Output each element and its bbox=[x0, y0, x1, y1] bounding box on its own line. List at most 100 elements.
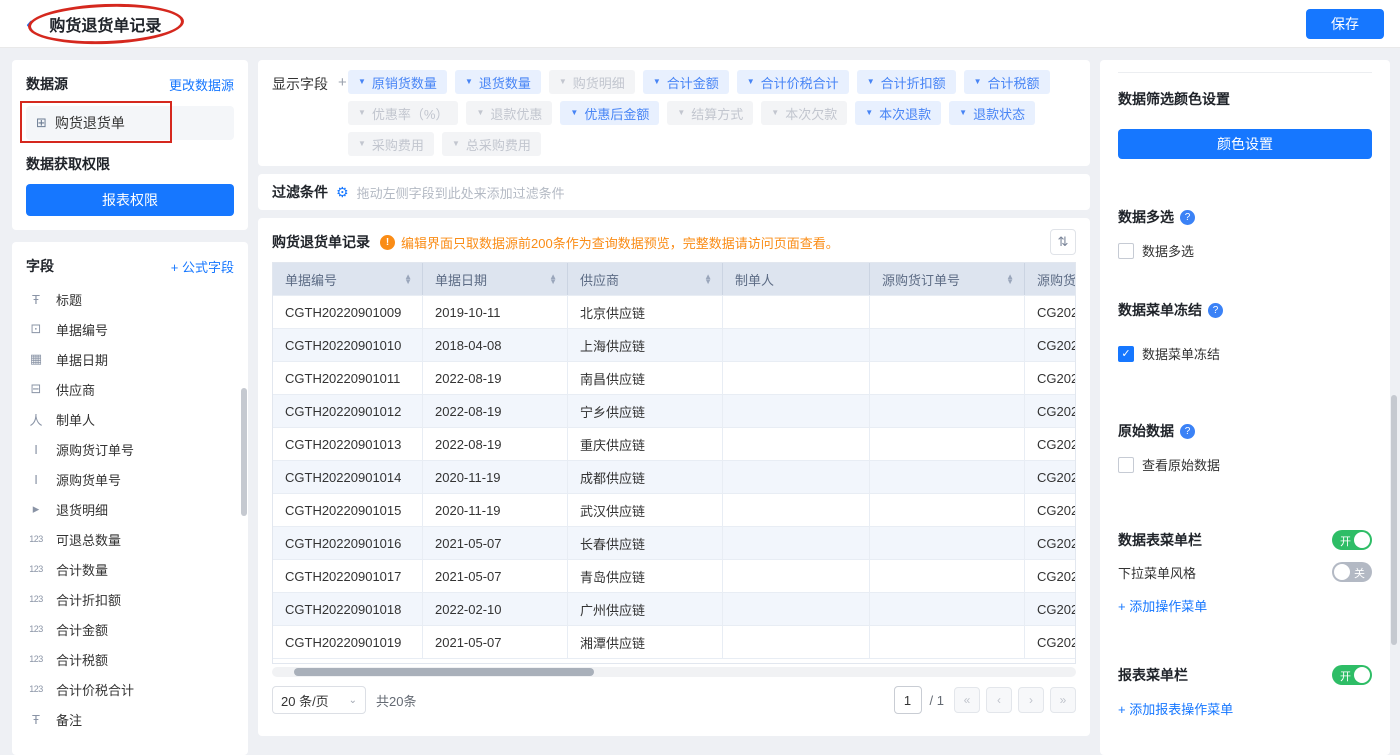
field-item[interactable]: 123 合计价税合计 bbox=[26, 674, 240, 704]
field-type-icon: ⊟ bbox=[26, 381, 46, 397]
change-datasource-link[interactable]: 更改数据源 bbox=[169, 75, 234, 94]
field-item-label: 合计金额 bbox=[56, 620, 108, 639]
table-menu-toggle[interactable]: 开 bbox=[1332, 530, 1372, 550]
field-item[interactable]: I 源购货订单号 bbox=[26, 434, 240, 464]
display-field-chip[interactable]: ▼ 退款状态 bbox=[949, 101, 1035, 125]
dropdown-style-toggle[interactable]: 关 bbox=[1332, 562, 1372, 582]
field-item[interactable]: 123 可退总数量 bbox=[26, 524, 240, 554]
save-button[interactable]: 保存 bbox=[1306, 9, 1384, 39]
page-nav-button[interactable]: « bbox=[954, 687, 980, 713]
current-page-box[interactable]: 1 bbox=[894, 686, 922, 714]
field-item-label: 合计折扣额 bbox=[56, 590, 121, 609]
display-field-chip[interactable]: ▼ 结算方式 bbox=[667, 101, 753, 125]
menu-freeze-checkbox-row[interactable]: 数据菜单冻结 bbox=[1118, 344, 1372, 363]
table-row: CGTH20220901018 2022-02-10 广州供应链 CG2022 bbox=[273, 592, 1076, 625]
cell-supplier: 青岛供应链 bbox=[568, 560, 723, 592]
sort-settings-button[interactable]: ⇅ bbox=[1050, 229, 1076, 255]
field-item-label: 标题 bbox=[56, 290, 82, 309]
cell-date: 2021-05-07 bbox=[423, 626, 568, 658]
sort-icon[interactable]: ▲▼ bbox=[1006, 274, 1014, 284]
field-item[interactable]: Ŧ 标题 bbox=[26, 284, 240, 314]
filter-bar[interactable]: 过滤条件 ⚙ 拖动左侧字段到此处来添加过滤条件 bbox=[258, 174, 1090, 210]
grid-column-header[interactable]: 供应商 ▲▼ bbox=[568, 263, 723, 295]
cell-supplier: 湘潭供应链 bbox=[568, 626, 723, 658]
display-field-chip[interactable]: ▼ 总采购费用 bbox=[442, 132, 541, 156]
grid-column-header[interactable]: 制单人 ▲▼ bbox=[723, 263, 870, 295]
sort-icon[interactable]: ▲▼ bbox=[404, 274, 412, 284]
gear-icon[interactable]: ⚙ bbox=[336, 184, 349, 201]
help-icon[interactable]: ? bbox=[1180, 210, 1195, 225]
page-nav-button[interactable]: » bbox=[1050, 687, 1076, 713]
multi-select-checkbox[interactable] bbox=[1118, 243, 1134, 259]
field-item[interactable]: ⊡ 单据编号 bbox=[26, 314, 240, 344]
field-item[interactable]: 123 合计折扣额 bbox=[26, 584, 240, 614]
raw-data-checkbox-row[interactable]: 查看原始数据 bbox=[1118, 455, 1372, 474]
field-item[interactable]: Ŧ 备注 bbox=[26, 704, 240, 734]
back-icon[interactable]: ‹ bbox=[26, 14, 33, 34]
horizontal-scrollbar[interactable] bbox=[294, 668, 594, 676]
page-nav-button[interactable]: ‹ bbox=[986, 687, 1012, 713]
menu-freeze-checkbox[interactable] bbox=[1118, 346, 1134, 362]
grid-column-header[interactable]: 源购货单号 ▲▼ bbox=[1025, 263, 1076, 295]
display-fields-label-group: 显示字段 + bbox=[272, 70, 348, 156]
toggle-knob bbox=[1354, 667, 1370, 683]
column-label: 单据编号 bbox=[285, 270, 337, 289]
display-field-chip[interactable]: ▼ 本次欠款 bbox=[761, 101, 847, 125]
grid-column-header[interactable]: 单据编号 ▲▼ bbox=[273, 263, 423, 295]
chevron-down-icon: ▼ bbox=[959, 109, 967, 117]
field-item[interactable]: ▦ 单据日期 bbox=[26, 344, 240, 374]
column-label: 供应商 bbox=[580, 270, 619, 289]
display-field-chip[interactable]: ▼ 退款优惠 bbox=[466, 101, 552, 125]
display-field-chip[interactable]: ▼ 采购费用 bbox=[348, 132, 434, 156]
datasource-item[interactable]: ⊞ 购货退货单 bbox=[26, 106, 234, 140]
chevron-down-icon: ▼ bbox=[476, 109, 484, 117]
add-report-action-menu-link[interactable]: + 添加报表操作菜单 bbox=[1118, 702, 1233, 717]
field-item[interactable]: I 源购货单号 bbox=[26, 464, 240, 494]
display-field-chip[interactable]: ▼ 合计税额 bbox=[964, 70, 1050, 94]
multi-select-checkbox-row[interactable]: 数据多选 bbox=[1118, 241, 1372, 260]
table-row: CGTH20220901009 2019-10-11 北京供应链 CG2022 bbox=[273, 295, 1076, 328]
grid-column-header[interactable]: 源购货订单号 ▲▼ bbox=[870, 263, 1025, 295]
page-scrollbar[interactable] bbox=[1391, 395, 1397, 645]
display-field-chip[interactable]: ▼ 优惠率（%） bbox=[348, 101, 458, 125]
left-sidebar-scrollbar[interactable] bbox=[241, 388, 247, 516]
sort-icon[interactable]: ▲▼ bbox=[704, 274, 712, 284]
add-display-field-icon[interactable]: + bbox=[338, 74, 347, 156]
display-field-chip[interactable]: ▼ 购货明细 bbox=[549, 70, 635, 94]
add-formula-field-link[interactable]: + 公式字段 bbox=[171, 257, 234, 276]
grid-column-header[interactable]: 单据日期 ▲▼ bbox=[423, 263, 568, 295]
color-settings-button[interactable]: 颜色设置 bbox=[1118, 129, 1372, 159]
field-item[interactable]: ⊟ 供应商 bbox=[26, 374, 240, 404]
table-row: CGTH20220901015 2020-11-19 武汉供应链 CG2022 bbox=[273, 493, 1076, 526]
field-item[interactable]: 123 合计税额 bbox=[26, 644, 240, 674]
table-row: CGTH20220901012 2022-08-19 宁乡供应链 CG2022 bbox=[273, 394, 1076, 427]
table-row: CGTH20220901019 2021-05-07 湘潭供应链 CG2022 bbox=[273, 625, 1076, 658]
report-permission-button[interactable]: 报表权限 bbox=[26, 184, 234, 216]
report-menu-toggle[interactable]: 开 bbox=[1332, 665, 1372, 685]
page-size-value: 20 条/页 bbox=[281, 691, 329, 710]
field-item[interactable]: 123 合计金额 bbox=[26, 614, 240, 644]
raw-data-checkbox[interactable] bbox=[1118, 457, 1134, 473]
add-action-menu-link[interactable]: + 添加操作菜单 bbox=[1118, 599, 1207, 614]
display-field-chip[interactable]: ▼ 原销货数量 bbox=[348, 70, 447, 94]
sort-icon[interactable]: ▲▼ bbox=[549, 274, 557, 284]
display-field-chip[interactable]: ▼ 合计折扣额 bbox=[857, 70, 956, 94]
partial-row bbox=[273, 658, 1076, 663]
cell-supplier: 广州供应链 bbox=[568, 593, 723, 625]
display-field-chip[interactable]: ▼ 退货数量 bbox=[455, 70, 541, 94]
permission-title: 数据获取权限 bbox=[26, 154, 234, 174]
field-type-icon: 123 bbox=[26, 624, 46, 634]
display-field-chip[interactable]: ▼ 合计价税合计 bbox=[737, 70, 849, 94]
display-field-chip[interactable]: ▼ 优惠后金额 bbox=[560, 101, 659, 125]
field-item[interactable]: 人 制单人 bbox=[26, 404, 240, 434]
page-nav-button[interactable]: › bbox=[1018, 687, 1044, 713]
page-size-select[interactable]: 20 条/页 ⌄ bbox=[272, 686, 366, 714]
raw-data-title: 原始数据 ? bbox=[1118, 421, 1372, 441]
display-field-chip[interactable]: ▼ 合计金额 bbox=[643, 70, 729, 94]
field-item[interactable]: 123 合计数量 bbox=[26, 554, 240, 584]
help-icon[interactable]: ? bbox=[1180, 424, 1195, 439]
display-field-chip[interactable]: ▼ 本次退款 bbox=[855, 101, 941, 125]
field-item[interactable]: ▸ 退货明细 bbox=[26, 494, 240, 524]
chip-label: 合计税额 bbox=[988, 73, 1040, 92]
help-icon[interactable]: ? bbox=[1208, 303, 1223, 318]
